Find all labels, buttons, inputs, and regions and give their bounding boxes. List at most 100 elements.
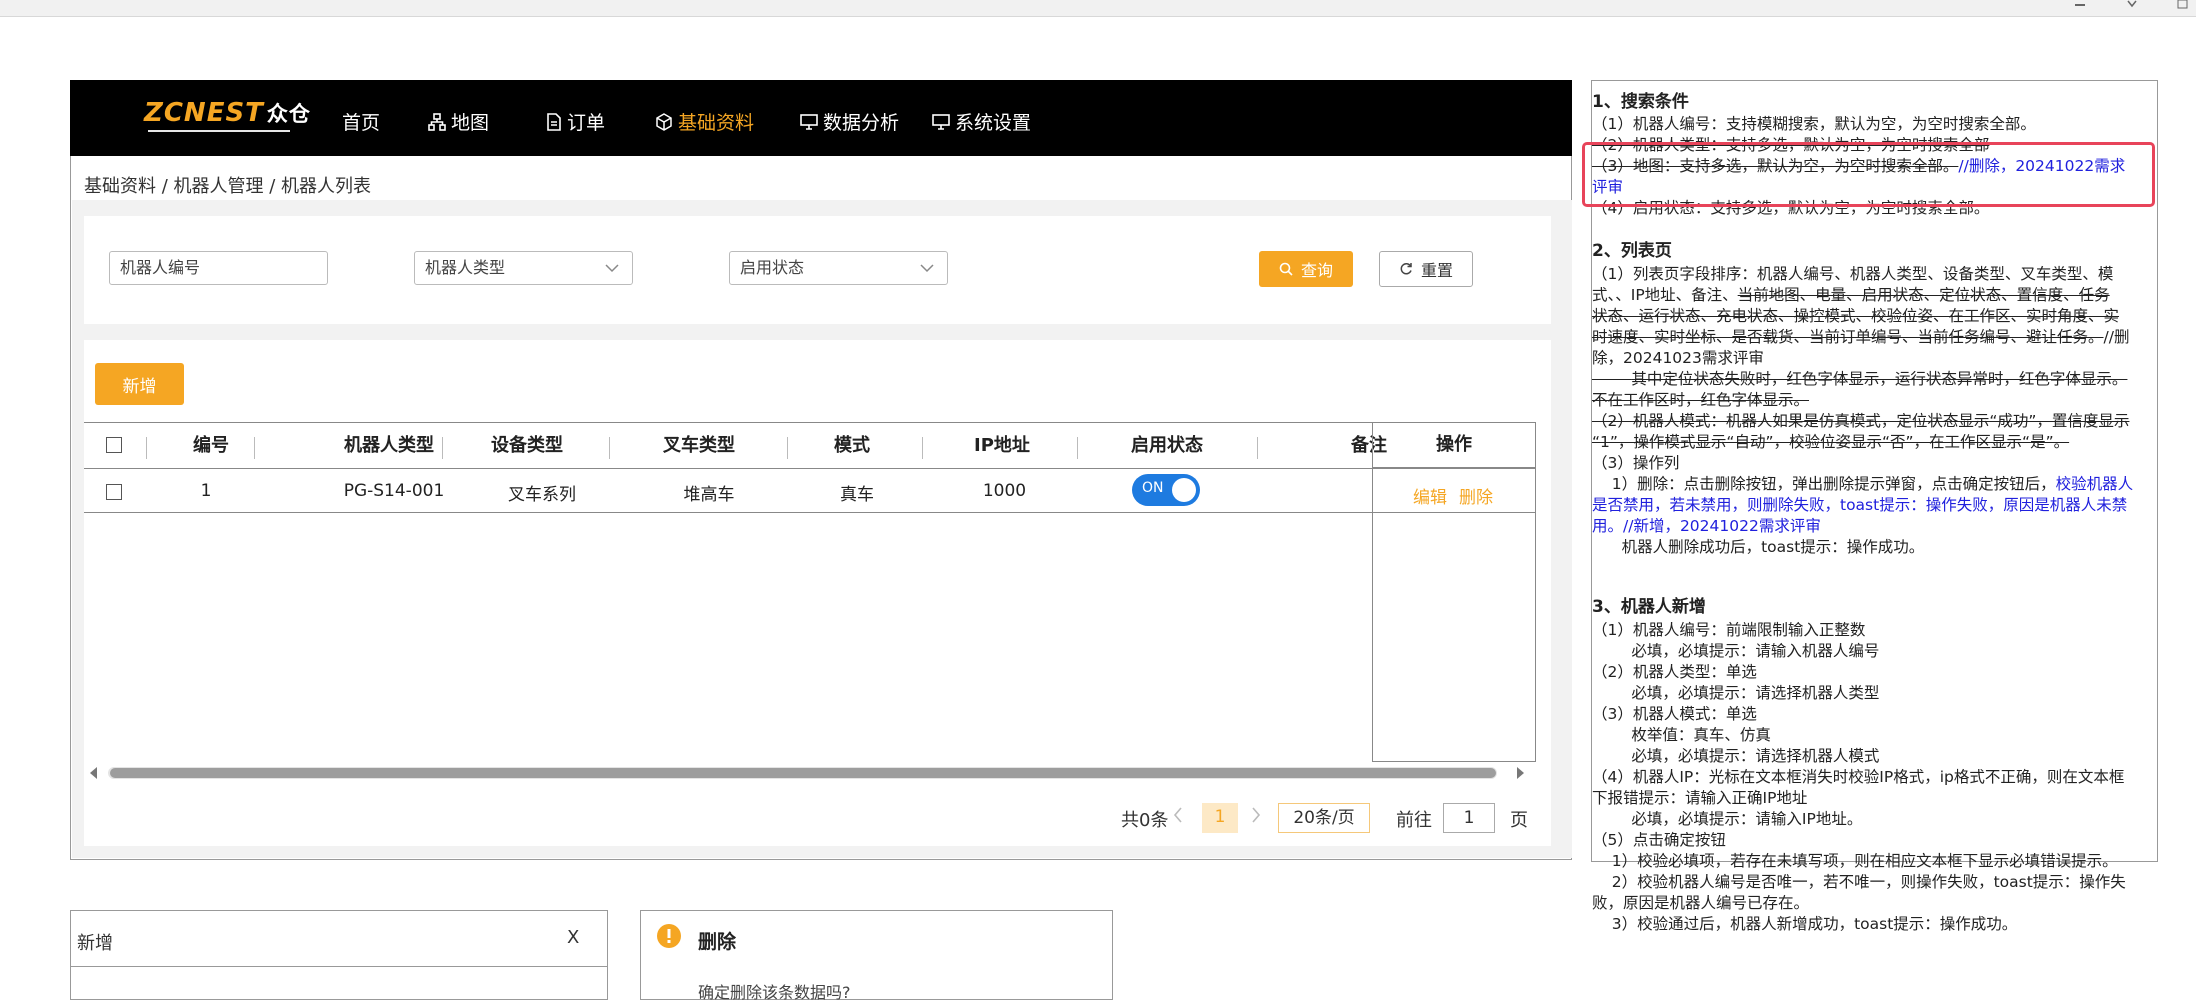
close-button[interactable]: X: [567, 927, 579, 948]
monitor-icon: [932, 113, 950, 130]
cell-number: 1: [200, 481, 212, 501]
delete-link[interactable]: 删除: [1459, 483, 1493, 508]
notes-section-title: 2、列表页: [1592, 241, 1672, 261]
pager-total: 共0条: [1121, 810, 1169, 831]
delete-dialog-title: 删除: [698, 931, 737, 953]
search-panel: 机器人编号 机器人类型 启用状态 查询 重置: [84, 216, 1551, 324]
nav-item-label: 系统设置: [955, 112, 1032, 134]
notes-line: 时速度、实时坐标、是否载货、当前订单编号、当前任务编号、避让任务。//删: [1592, 328, 2130, 346]
scroll-left-icon[interactable]: [88, 766, 100, 780]
column-header-forklift-type: 叉车类型: [663, 435, 735, 456]
notes-line: 下报错提示：请输入正确IP地址: [1592, 789, 1808, 807]
next-page-icon[interactable]: [1250, 806, 1262, 824]
window-minimize-icon[interactable]: [2073, 0, 2087, 10]
column-header-mode: 模式: [834, 435, 870, 456]
notes-line: 用。//新增，20241022需求评审: [1592, 517, 1821, 535]
notes-line: 败，原因是机器人编号已存在。: [1592, 894, 1810, 912]
nav-item-system-settings[interactable]: 系统设置: [932, 108, 1031, 135]
monitor-icon: [800, 113, 818, 130]
notes-line: 1）删除：点击删除按钮，弹出删除提示弹窗，点击确定按钮后，校验机器人: [1592, 475, 2134, 493]
notes-line: 除，20241023需求评审: [1592, 349, 1764, 367]
table-header: 编号 机器人类型 设备类型 叉车类型 模式 IP地址 启用状态 备注: [84, 422, 1536, 469]
notes-line: 枚举值：真车、仿真: [1592, 726, 1771, 744]
nav-item-map[interactable]: 地图: [428, 108, 489, 135]
scroll-right-icon[interactable]: [1514, 766, 1526, 780]
column-header-ip: IP地址: [974, 435, 1030, 456]
nav-item-label: 首页: [342, 112, 381, 134]
notes-line: （5）点击确定按钮: [1592, 831, 1726, 849]
chevron-down-icon[interactable]: [2125, 0, 2139, 10]
notes-line: 必填，必填提示：请选择机器人类型: [1592, 684, 1880, 702]
table-row[interactable]: 1 PG-S14-001 叉车系列 堆高车 真车 1000: [84, 469, 1536, 513]
search-icon: [1279, 262, 1293, 276]
logo-underline: [148, 130, 290, 132]
query-button-label: 查询: [1300, 261, 1333, 280]
window-control-icon[interactable]: [2176, 0, 2190, 10]
notes-line: 状态、运行状态、充电状态、操控模式、校验位姿、在工作区、实时角度、实: [1592, 307, 2120, 325]
query-button[interactable]: 查询: [1259, 251, 1353, 287]
column-header-device-type: 设备类型: [491, 435, 563, 456]
notes-section-title: 3、机器人新增: [1592, 597, 1706, 617]
notes-line: （1）机器人编号：前端限制输入正整数: [1592, 621, 1866, 639]
nav-item-label: 数据分析: [823, 112, 900, 134]
goto-prefix: 前往: [1396, 810, 1432, 831]
notes-line: （2）机器人模式：机器人如果是仿真模式，定位状态显示“成功”，置信度显示: [1592, 412, 2130, 430]
toggle-label: ON: [1142, 480, 1164, 496]
notes-line: 式、、IP地址、备注、当前地图、电量、启用状态、定位状态、置信度、任务: [1592, 286, 2110, 304]
notes-line: 必填，必填提示：请输入IP地址。: [1592, 810, 1863, 828]
current-page[interactable]: 1: [1202, 803, 1238, 833]
breadcrumb: 基础资料 / 机器人管理 / 机器人列表: [84, 176, 372, 197]
cell-forklift-type: 堆高车: [683, 485, 735, 505]
chevron-down-icon: [920, 264, 934, 273]
robot-type-select[interactable]: 机器人类型: [414, 251, 633, 285]
enable-status-select[interactable]: 启用状态: [729, 251, 948, 285]
add-dialog-title: 新增: [77, 933, 113, 954]
notes-line: 1）校验必填项，若存在未填写项，则在相应文本框下显示必填错误提示。: [1592, 852, 2118, 870]
notes-line: 不在工作区时，红色字体显示。: [1592, 391, 1810, 409]
brand-logo[interactable]: ZCNEST 众仓: [144, 98, 311, 128]
goto-suffix: 页: [1510, 810, 1528, 831]
sitemap-icon: [428, 112, 446, 131]
notes-line: 其中定位状态失败时，红色字体显示，运行状态异常时，红色字体显示。: [1592, 370, 2128, 388]
select-all-checkbox[interactable]: [106, 437, 122, 453]
nav-item-basic-data[interactable]: 基础资料: [655, 108, 754, 135]
notes-line: “1”，操作模式显示“自动”，校验位姿显示“否”，在工作区显示“是”。: [1592, 433, 2070, 451]
browser-top-strip: [0, 0, 2196, 17]
page-size-select[interactable]: 20条/页: [1278, 803, 1370, 833]
notes-line: （4）机器人IP：光标在文本框消失时校验IP格式，ip格式不正确，则在文本框: [1592, 768, 2125, 786]
document-icon: [547, 112, 561, 131]
edit-link[interactable]: 编辑: [1413, 483, 1447, 508]
goto-page-input[interactable]: 1: [1443, 803, 1495, 833]
prev-page-icon[interactable]: [1172, 806, 1184, 824]
column-header-enable-status: 启用状态: [1131, 435, 1203, 456]
notes-line: 必填，必填提示：请选择机器人模式: [1592, 747, 1880, 765]
notes-line: 机器人删除成功后，toast提示：操作成功。: [1592, 538, 1925, 556]
notes-line: 3）校验通过后，机器人新增成功，toast提示：操作成功。: [1592, 915, 2018, 933]
enable-status-placeholder: 启用状态: [740, 258, 805, 277]
notes-line: （3）操作列: [1592, 454, 1680, 472]
column-header-operations: 操作: [1373, 423, 1535, 468]
dialog-divider: [71, 966, 607, 967]
robot-number-placeholder: 机器人编号: [120, 258, 201, 277]
cell-ip: 1000: [982, 481, 1027, 501]
cube-icon: [656, 112, 672, 131]
add-button-label: 新增: [122, 376, 157, 397]
robot-number-input[interactable]: 机器人编号: [109, 251, 328, 285]
enable-status-toggle[interactable]: ON: [1132, 474, 1200, 506]
notes-line: 必填，必填提示：请输入机器人编号: [1592, 642, 1880, 660]
reset-button[interactable]: 重置: [1379, 251, 1473, 287]
robot-type-placeholder: 机器人类型: [425, 258, 506, 277]
nav-item-home[interactable]: 首页: [342, 108, 380, 135]
refresh-icon: [1400, 263, 1412, 275]
nav-item-label: 地图: [451, 112, 490, 134]
scrollbar-thumb[interactable]: [110, 768, 1496, 778]
nav-item-orders[interactable]: 订单: [546, 108, 605, 135]
toggle-knob: [1172, 478, 1196, 502]
chevron-down-icon: [605, 264, 619, 273]
delete-dialog-message: 确定删除该条数据吗?: [698, 983, 851, 1002]
add-dialog: 新增 X: [70, 910, 608, 1000]
nav-item-data-analysis[interactable]: 数据分析: [800, 108, 899, 135]
row-checkbox[interactable]: [106, 484, 122, 500]
notes-line: （2）机器人类型：单选: [1592, 663, 1757, 681]
add-robot-button[interactable]: 新增: [95, 363, 184, 405]
